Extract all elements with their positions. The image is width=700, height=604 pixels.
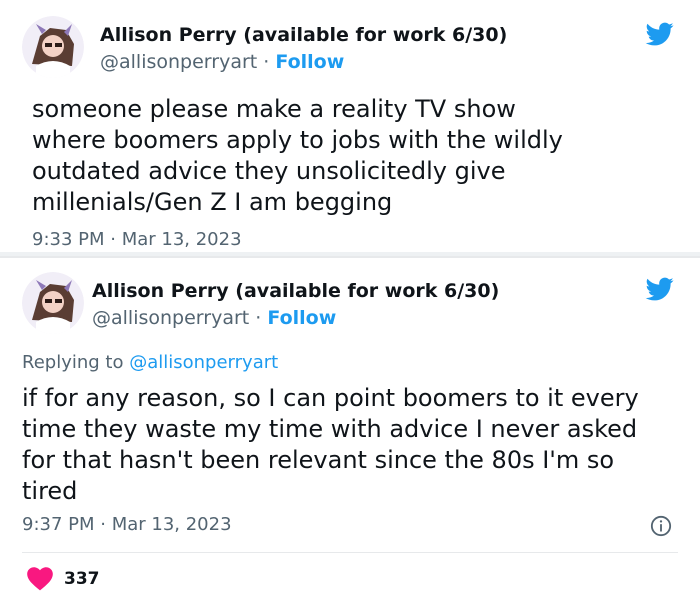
tweet-text: if for any reason, so I can point boomer… xyxy=(22,383,639,507)
tweet-text: someone please make a reality TV show wh… xyxy=(32,94,563,218)
tweet-line: for that hasn't been relevant since the … xyxy=(22,446,615,474)
tweet-card-1: Allison Perry (available for work 6/30) … xyxy=(0,0,700,256)
tweet-line: if for any reason, so I can point boomer… xyxy=(22,384,639,412)
tweet-line: millenials/Gen Z I am begging xyxy=(32,188,393,216)
display-name[interactable]: Allison Perry (available for work 6/30) xyxy=(92,280,499,302)
twitter-bird-icon[interactable] xyxy=(643,20,677,48)
reply-prefix: Replying to xyxy=(22,352,124,373)
tweet-line: outdated advice they unsolicitedly give xyxy=(32,157,506,185)
tweet-timestamp[interactable]: 9:33 PM · Mar 13, 2023 xyxy=(32,229,242,250)
like-count[interactable]: 337 xyxy=(64,569,100,589)
display-name[interactable]: Allison Perry (available for work 6/30) xyxy=(100,24,507,46)
separator: · xyxy=(255,307,262,329)
heart-icon[interactable] xyxy=(26,565,54,591)
handle[interactable]: @allisonperryart xyxy=(92,307,249,329)
handle-row: @allisonperryart · Follow xyxy=(92,307,336,329)
info-circle-icon[interactable] xyxy=(650,515,672,537)
follow-button[interactable]: Follow xyxy=(275,51,344,73)
replying-to: Replying to @allisonperryart xyxy=(22,352,278,373)
tweet-timestamp[interactable]: 9:37 PM · Mar 13, 2023 xyxy=(22,514,232,535)
avatar[interactable] xyxy=(22,272,84,334)
tweet-line: someone please make a reality TV show xyxy=(32,95,516,123)
tweet-card-2: Allison Perry (available for work 6/30) … xyxy=(0,256,700,604)
avatar[interactable] xyxy=(22,16,84,78)
tweet-line: time they waste my time with advice I ne… xyxy=(22,415,638,443)
tweet-line: tired xyxy=(22,477,78,505)
handle-row: @allisonperryart · Follow xyxy=(100,51,344,73)
divider xyxy=(22,552,678,553)
tweet-line: where boomers apply to jobs with the wil… xyxy=(32,126,563,154)
separator: · xyxy=(263,51,270,73)
handle[interactable]: @allisonperryart xyxy=(100,51,257,73)
follow-button[interactable]: Follow xyxy=(267,307,336,329)
twitter-bird-icon[interactable] xyxy=(643,275,677,303)
reply-handle-link[interactable]: @allisonperryart xyxy=(129,352,278,373)
